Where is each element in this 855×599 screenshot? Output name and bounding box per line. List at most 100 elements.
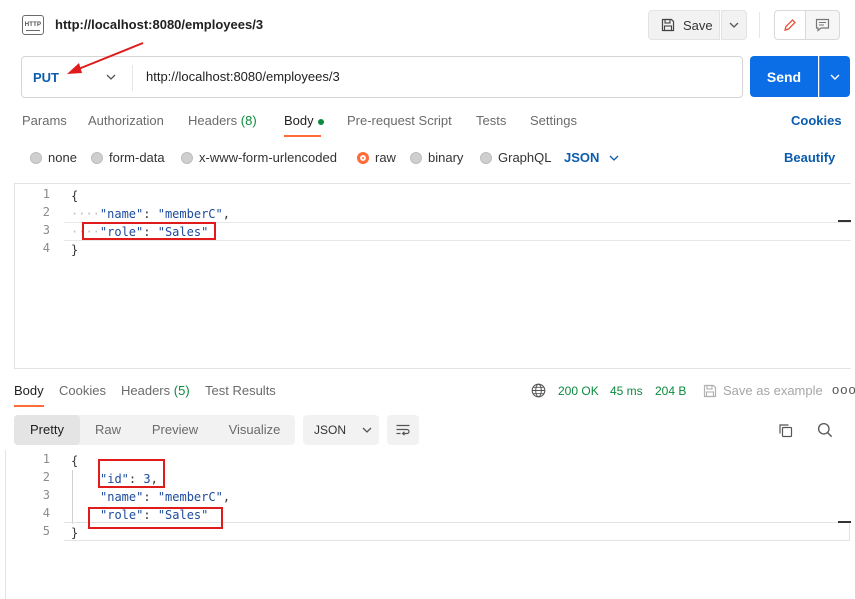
wrap-lines-icon bbox=[396, 424, 410, 436]
code-line: "name": "memberC", bbox=[100, 490, 231, 504]
line-number: 5 bbox=[42, 524, 50, 538]
resp-tab-body[interactable]: Body bbox=[14, 383, 44, 398]
json-value: "Sales" bbox=[157, 225, 209, 239]
resp-active-tab-underline bbox=[14, 405, 44, 407]
search-icon[interactable] bbox=[817, 422, 833, 438]
response-left-border bbox=[5, 450, 6, 599]
resp-tab-headers[interactable]: Headers (5) bbox=[121, 383, 190, 398]
code-line: ····"name": "memberC", bbox=[71, 207, 230, 221]
code-line: "role": "Sales" bbox=[100, 508, 209, 522]
response-format-select[interactable]: JSON bbox=[303, 415, 379, 445]
pencil-icon bbox=[784, 19, 796, 31]
view-raw-button[interactable]: Raw bbox=[80, 415, 136, 445]
tab-tests[interactable]: Tests bbox=[476, 113, 506, 128]
save-icon bbox=[661, 18, 675, 32]
code-line: } bbox=[71, 241, 78, 259]
radio-label: binary bbox=[428, 150, 464, 165]
edit-button[interactable] bbox=[774, 10, 806, 40]
view-visualize-button[interactable]: Visualize bbox=[214, 415, 295, 445]
line-number: 2 bbox=[42, 470, 50, 484]
chevron-down-icon bbox=[609, 155, 619, 161]
radio-label: form-data bbox=[109, 150, 165, 165]
resp-tab-cookies[interactable]: Cookies bbox=[59, 383, 106, 398]
radio-circle bbox=[30, 151, 42, 164]
chevron-down-icon[interactable] bbox=[106, 70, 116, 84]
json-value: 3 bbox=[143, 472, 151, 486]
tab-pre-request-script[interactable]: Pre-request Script bbox=[347, 113, 452, 128]
tab-headers[interactable]: Headers (8) bbox=[188, 113, 257, 128]
active-tab-underline bbox=[284, 135, 321, 137]
close-brace: } bbox=[71, 526, 79, 540]
beautify-link[interactable]: Beautify bbox=[784, 150, 835, 165]
radio-urlencoded[interactable]: x-www-form-urlencoded bbox=[181, 150, 337, 165]
save-options-button[interactable] bbox=[721, 10, 747, 40]
response-format-label: JSON bbox=[314, 423, 347, 437]
radio-circle bbox=[410, 151, 422, 164]
radio-label: GraphQL bbox=[498, 150, 552, 165]
body-indicator-dot bbox=[317, 118, 324, 125]
radio-binary[interactable]: binary bbox=[410, 150, 463, 165]
radio-none[interactable]: none bbox=[30, 150, 77, 165]
response-view-modes: Pretty Raw Preview Visualize bbox=[14, 415, 295, 445]
tab-settings[interactable]: Settings bbox=[530, 113, 577, 128]
tab-params[interactable]: Params bbox=[22, 113, 67, 128]
view-preview-button[interactable]: Preview bbox=[136, 415, 214, 445]
http-method-select[interactable]: PUT bbox=[33, 70, 59, 85]
radio-form-data[interactable]: form-data bbox=[91, 150, 165, 165]
response-size[interactable]: 204 B bbox=[655, 384, 686, 398]
resp-tab-test-results[interactable]: Test Results bbox=[205, 383, 276, 398]
json-value: "memberC" bbox=[157, 490, 223, 504]
request-title[interactable]: http://localhost:8080/employees/3 bbox=[55, 17, 263, 32]
json-value: "memberC" bbox=[157, 207, 223, 221]
status-code[interactable]: 200 OK bbox=[558, 384, 599, 398]
cookies-link[interactable]: Cookies bbox=[791, 113, 842, 128]
copy-icon[interactable] bbox=[778, 423, 793, 438]
code-line: { bbox=[71, 452, 78, 470]
body-format-label: JSON bbox=[564, 150, 600, 165]
http-icon-text: HTTP bbox=[24, 22, 42, 28]
wrap-lines-button[interactable] bbox=[387, 415, 419, 445]
indent-guide bbox=[72, 470, 73, 524]
line-number: 3 bbox=[42, 223, 50, 237]
send-button[interactable]: Send bbox=[750, 56, 818, 97]
radio-label: x-www-form-urlencoded bbox=[199, 150, 337, 165]
more-options-icon[interactable]: ooo bbox=[832, 382, 855, 397]
radio-circle-selected bbox=[357, 151, 369, 164]
chevron-down-icon bbox=[362, 427, 372, 433]
save-example-label: Save as example bbox=[723, 383, 823, 398]
save-icon bbox=[703, 384, 717, 397]
radio-raw[interactable]: raw bbox=[357, 150, 396, 165]
tab-body-label: Body bbox=[284, 113, 314, 128]
headers-count-badge: (8) bbox=[240, 113, 257, 128]
header-divider bbox=[759, 12, 760, 38]
url-input[interactable] bbox=[146, 69, 726, 84]
json-key: "name" bbox=[99, 207, 144, 221]
json-value: "Sales" bbox=[157, 508, 209, 522]
json-key: "role" bbox=[100, 508, 144, 522]
tab-body[interactable]: Body bbox=[284, 113, 324, 128]
http-request-icon: HTTP bbox=[22, 15, 44, 35]
comments-button[interactable] bbox=[806, 10, 840, 40]
editor-scroll-marker bbox=[838, 220, 851, 222]
save-button[interactable]: Save bbox=[648, 10, 720, 40]
response-time[interactable]: 45 ms bbox=[610, 384, 643, 398]
send-options-button[interactable] bbox=[819, 56, 850, 97]
line-number: 1 bbox=[42, 187, 50, 201]
radio-graphql[interactable]: GraphQL bbox=[480, 150, 551, 165]
chevron-down-icon bbox=[830, 74, 840, 80]
response-current-line bbox=[64, 522, 850, 541]
resp-headers-count: (5) bbox=[173, 383, 190, 398]
radio-circle bbox=[480, 151, 492, 164]
radio-label: raw bbox=[375, 150, 396, 165]
globe-icon[interactable] bbox=[531, 383, 546, 398]
save-as-example-button[interactable]: Save as example bbox=[703, 383, 823, 398]
line-number: 2 bbox=[42, 205, 50, 219]
radio-circle bbox=[181, 151, 193, 164]
tab-authorization[interactable]: Authorization bbox=[88, 113, 164, 128]
view-pretty-button[interactable]: Pretty bbox=[14, 415, 80, 445]
line-number: 4 bbox=[42, 241, 50, 255]
body-format-select[interactable]: JSON bbox=[564, 150, 619, 165]
url-separator bbox=[132, 65, 133, 91]
code-line: "id": 3, bbox=[100, 472, 158, 486]
json-key: "name" bbox=[100, 490, 144, 504]
